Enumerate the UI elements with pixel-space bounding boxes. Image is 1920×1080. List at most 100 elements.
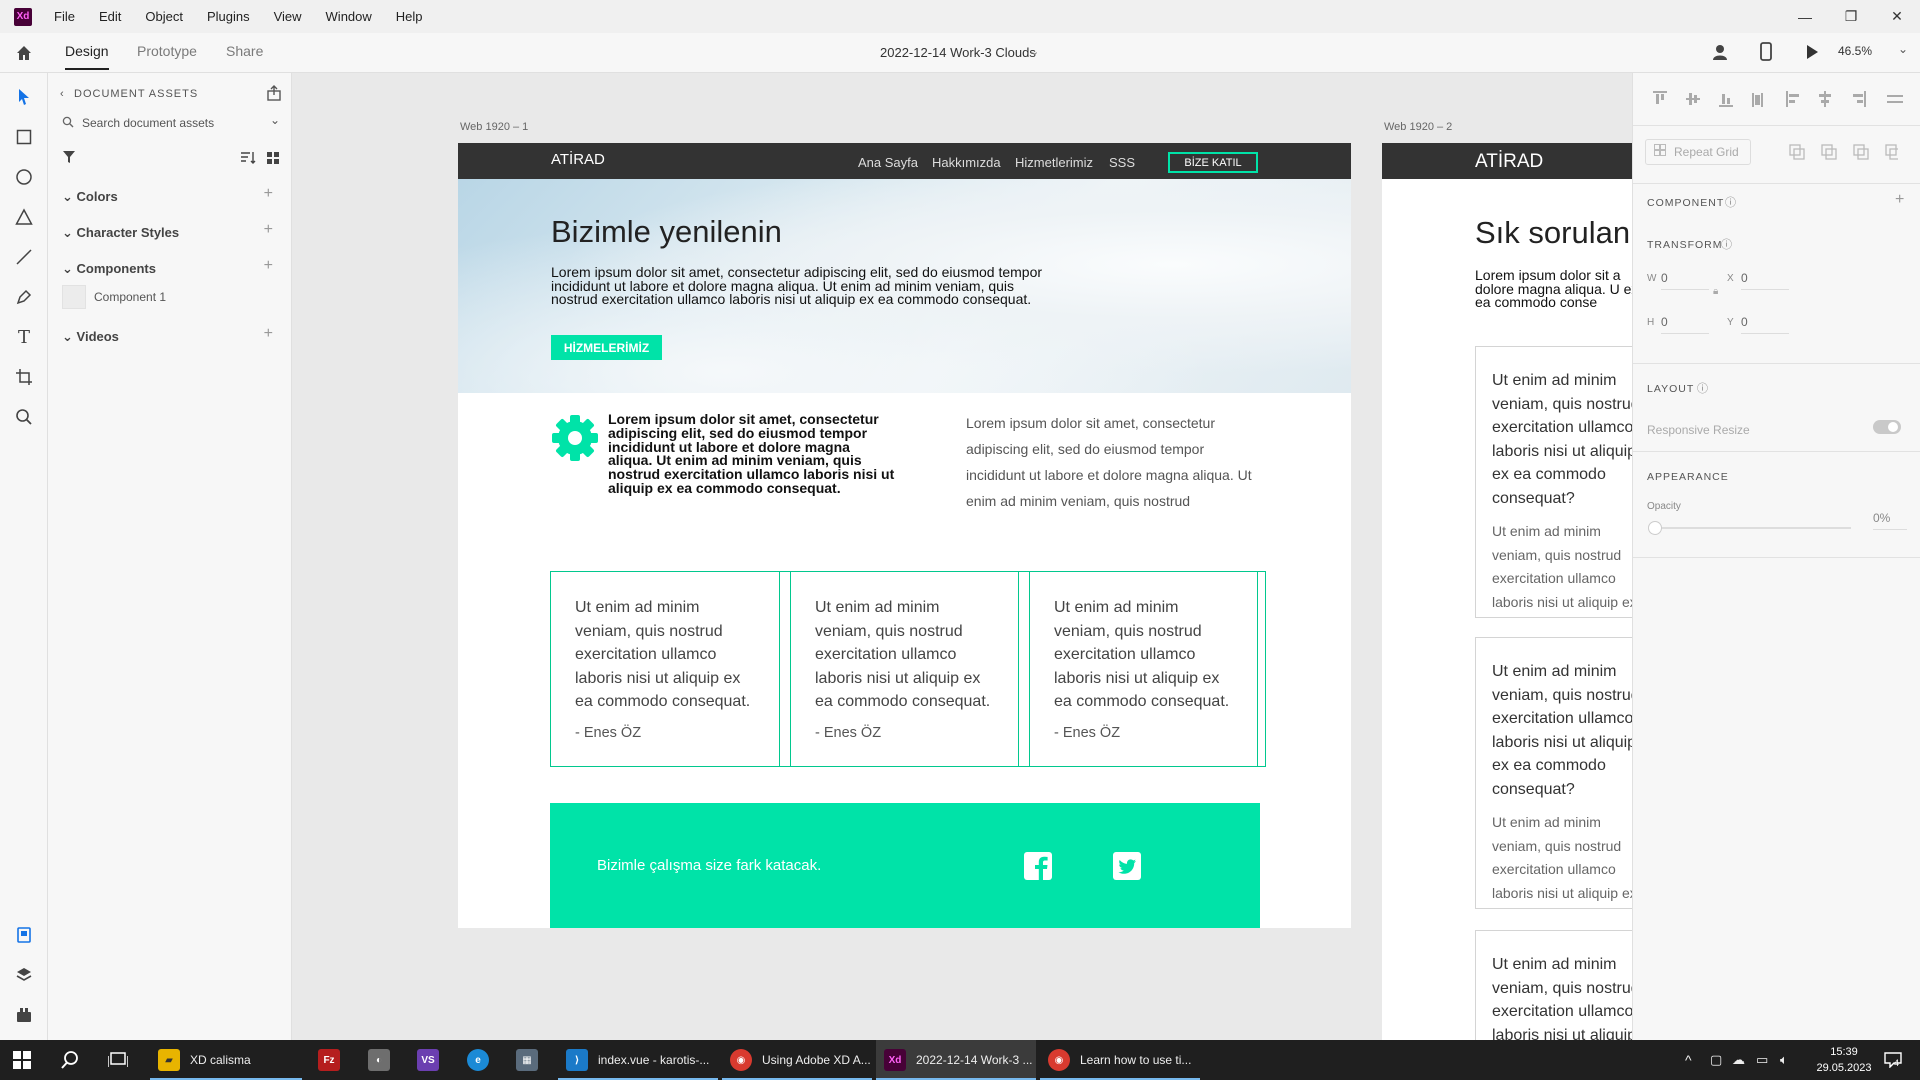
home-icon[interactable] <box>14 43 34 63</box>
opacity-value[interactable]: 0% <box>1873 511 1890 525</box>
section-components[interactable]: ⌄ Components <box>62 261 156 277</box>
width-field[interactable]: 0 <box>1661 271 1668 285</box>
info-icon[interactable]: ⓘ <box>1697 380 1708 396</box>
component-item[interactable]: Component 1 <box>94 290 166 304</box>
network-icon[interactable]: ▭ <box>1756 1040 1768 1080</box>
calculator-icon[interactable]: ▦ <box>516 1040 548 1080</box>
zoom-tool-icon[interactable] <box>12 405 36 429</box>
search-input[interactable]: Search document assets <box>82 116 214 130</box>
add-component-icon[interactable]: + <box>264 257 273 275</box>
play-icon[interactable] <box>1804 43 1820 61</box>
x-field[interactable]: 0 <box>1741 271 1748 285</box>
filezilla-icon[interactable]: Fz <box>318 1040 350 1080</box>
site-navbar: ATİRAD Ana Sayfa Hakkımızda Hizmetlerimi… <box>458 143 1351 179</box>
back-chevron-icon[interactable]: ‹ <box>60 88 65 100</box>
add-character-style-icon[interactable]: + <box>264 221 273 239</box>
info-icon[interactable]: ⓘ <box>1725 194 1736 210</box>
tab-share[interactable]: Share <box>226 43 263 59</box>
menu-file[interactable]: File <box>54 9 75 24</box>
text-tool-icon[interactable]: T <box>12 325 36 349</box>
edge-icon[interactable]: e <box>467 1040 499 1080</box>
artboard-tool-icon[interactable] <box>12 365 36 389</box>
properties-panel: Repeat Grid COMPONENT ⓘ + TRANSFORM ⓘ W … <box>1632 73 1920 1040</box>
artboard-web-2[interactable]: ATİRAD Sık sorulan Lorem ipsum dolor sit… <box>1382 143 1632 1040</box>
search-icon <box>62 115 76 133</box>
opacity-slider-handle[interactable] <box>1648 521 1662 535</box>
component-thumbnail[interactable] <box>62 285 86 309</box>
add-color-icon[interactable]: + <box>264 185 273 203</box>
y-field[interactable]: 0 <box>1741 315 1748 329</box>
height-field[interactable]: 0 <box>1661 315 1668 329</box>
tab-design[interactable]: Design <box>65 43 109 70</box>
menu-help[interactable]: Help <box>396 9 423 24</box>
chevron-down-icon[interactable]: ⌄ <box>1030 45 1039 58</box>
clock[interactable]: 15:39 29.05.2023 <box>1808 1044 1880 1076</box>
section-videos[interactable]: ⌄ Videos <box>62 329 119 345</box>
tab-prototype[interactable]: Prototype <box>137 43 197 59</box>
tray-device-icon[interactable]: ▢ <box>1710 1040 1722 1080</box>
select-tool-icon[interactable] <box>12 85 36 109</box>
repeat-grid-button[interactable]: Repeat Grid <box>1645 139 1751 165</box>
menu-view[interactable]: View <box>274 9 302 24</box>
device-preview-icon[interactable] <box>1759 42 1773 62</box>
artboard-label[interactable]: Web 1920 – 1 <box>460 121 528 133</box>
taskbar-app[interactable]: ◉ Learn how to use ti... <box>1040 1040 1200 1080</box>
artboard-web-1[interactable]: ATİRAD Ana Sayfa Hakkımızda Hizmetlerimi… <box>458 143 1351 928</box>
canvas[interactable]: Web 1920 – 1 Web 1920 – 2 ATİRAD Ana Say… <box>292 73 1632 1040</box>
taskbar-app[interactable]: ◉ Using Adobe XD A... <box>722 1040 872 1080</box>
taskbar-app[interactable]: ⟩ index.vue - karotis-... <box>558 1040 718 1080</box>
layers-icon[interactable] <box>12 963 36 987</box>
nav-link: Ana Sayfa <box>858 155 918 170</box>
start-icon[interactable] <box>13 1040 31 1080</box>
grid-view-icon[interactable] <box>266 151 280 165</box>
line-tool-icon[interactable] <box>12 245 36 269</box>
notification-center[interactable]: 4 <box>1880 1040 1906 1080</box>
vscode-icon: ⟩ <box>566 1049 588 1071</box>
add-video-icon[interactable]: + <box>264 325 273 343</box>
field-underline <box>1661 289 1709 290</box>
onedrive-icon[interactable]: ☁ <box>1732 1040 1745 1080</box>
testimonial-card: Ut enim ad minim veniam, quis nostrud ex… <box>551 572 780 766</box>
visual-studio-icon[interactable]: VS <box>417 1040 449 1080</box>
zoom-chevron-icon[interactable]: ⌄ <box>1898 42 1908 56</box>
volume-icon[interactable]: 🔈︎ <box>1780 1040 1788 1080</box>
section-character-styles[interactable]: ⌄ Character Styles <box>62 225 179 241</box>
taskbar-app[interactable]: ▰ XD calisma <box>150 1040 302 1080</box>
filter-icon[interactable] <box>62 150 78 166</box>
zoom-level[interactable]: 46.5% <box>1838 44 1872 58</box>
menu-object[interactable]: Object <box>145 9 183 24</box>
info-icon[interactable]: ⓘ <box>1721 236 1732 252</box>
menu-edit[interactable]: Edit <box>99 9 121 24</box>
restore-icon[interactable]: ❐ <box>1828 0 1874 33</box>
sort-icon[interactable] <box>240 151 256 165</box>
responsive-resize-toggle[interactable] <box>1873 420 1901 434</box>
menu-plugins[interactable]: Plugins <box>207 9 250 24</box>
task-view-icon[interactable] <box>108 1040 128 1080</box>
minimize-icon[interactable]: — <box>1782 0 1828 33</box>
search-icon[interactable] <box>60 1040 80 1080</box>
export-icon[interactable] <box>266 85 282 101</box>
pen-tool-icon[interactable] <box>12 285 36 309</box>
close-icon[interactable]: ✕ <box>1874 0 1920 33</box>
user-icon[interactable] <box>1711 43 1729 61</box>
assets-panel-icon[interactable] <box>12 923 36 947</box>
x-label: X <box>1727 273 1734 284</box>
tray-chevron-icon[interactable]: ^ <box>1685 1040 1692 1080</box>
add-component-icon[interactable]: + <box>1895 191 1904 209</box>
search-chevron-icon[interactable]: ⌄ <box>270 113 280 127</box>
join-button: BİZE KATIL <box>1168 152 1258 173</box>
app-icon[interactable]: ◐ <box>368 1040 400 1080</box>
taskbar-app-active[interactable]: Xd 2022-12-14 Work-3 ... <box>876 1040 1036 1080</box>
document-title[interactable]: 2022-12-14 Work-3 Clouds <box>880 45 1036 60</box>
plugins-icon[interactable] <box>12 1003 36 1027</box>
artboard-label[interactable]: Web 1920 – 2 <box>1384 121 1452 133</box>
ellipse-tool-icon[interactable] <box>12 165 36 189</box>
section-colors[interactable]: ⌄ Colors <box>62 189 118 205</box>
rectangle-tool-icon[interactable] <box>12 125 36 149</box>
lock-icon[interactable]: 🔒︎ <box>1713 286 1718 297</box>
faq-answer: Ut enim ad minim veniam, quis nostrud ex… <box>1492 523 1632 610</box>
polygon-tool-icon[interactable] <box>12 205 36 229</box>
search-assets[interactable]: Search document assets ⌄ <box>62 113 280 135</box>
opacity-slider-track[interactable] <box>1655 527 1851 529</box>
menu-window[interactable]: Window <box>326 9 372 24</box>
